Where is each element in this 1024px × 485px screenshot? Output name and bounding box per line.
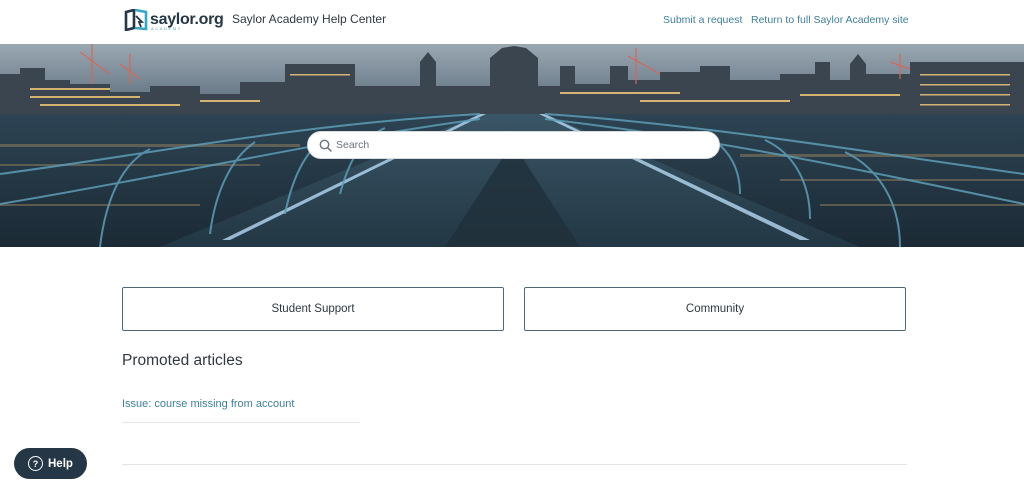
article-divider	[122, 422, 360, 423]
block-label: Student Support	[271, 303, 355, 315]
promoted-article-link[interactable]: Issue: course missing from account	[122, 398, 294, 410]
search-input[interactable]	[336, 135, 706, 155]
question-circle-icon: ?	[28, 456, 43, 471]
block-label: Community	[685, 303, 745, 315]
return-to-site-link[interactable]: Return to full Saylor Academy site	[751, 14, 909, 26]
saylor-logo-icon	[124, 8, 148, 32]
help-widget-button[interactable]: ? Help	[14, 448, 87, 479]
promoted-articles-heading: Promoted articles	[122, 352, 243, 369]
help-label: Help	[48, 457, 73, 470]
block-community[interactable]: Community	[524, 287, 906, 331]
logo-tagline: ACADEMY	[151, 26, 182, 31]
search-box	[307, 131, 720, 159]
search-icon	[319, 139, 332, 152]
hero-banner	[0, 44, 1024, 247]
submit-request-link[interactable]: Submit a request	[663, 14, 742, 26]
site-header: saylor.org ACADEMY Saylor Academy Help C…	[0, 0, 1024, 44]
block-student-support[interactable]: Student Support	[122, 287, 504, 331]
home-logo-link[interactable]: saylor.org ACADEMY	[124, 8, 224, 32]
section-divider	[122, 464, 907, 465]
help-center-title: Saylor Academy Help Center	[232, 12, 387, 26]
